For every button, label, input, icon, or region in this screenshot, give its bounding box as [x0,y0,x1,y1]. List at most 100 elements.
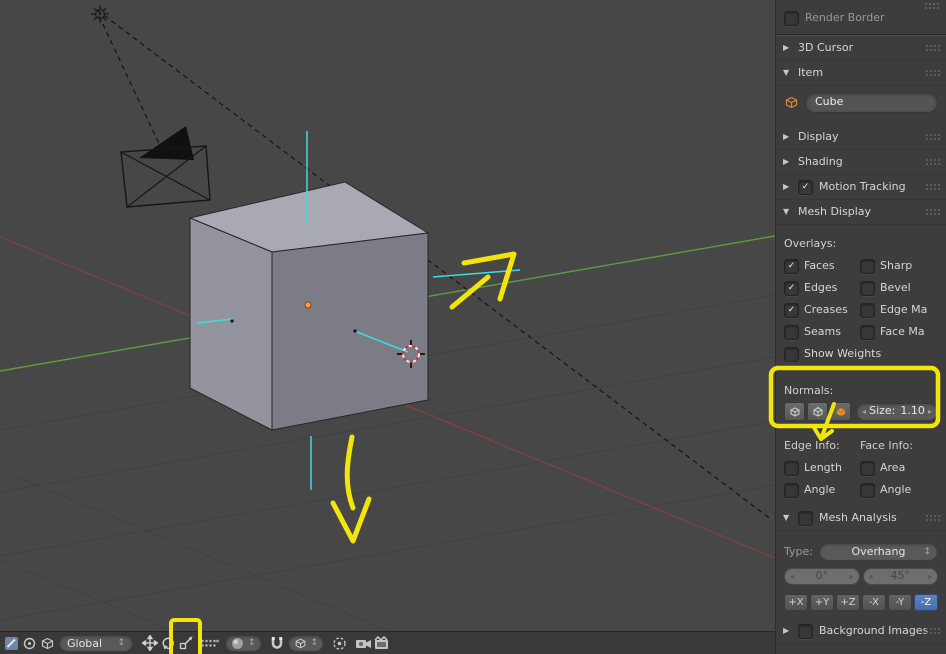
face-marks-toggle[interactable]: Face Ma [860,325,938,340]
faces-toggle[interactable]: ✓ Faces [784,259,860,274]
face-normals-button[interactable] [830,402,851,421]
label: Faces [804,259,835,273]
axis-plus-y-button[interactable]: +Y [810,594,834,611]
bevel-toggle[interactable]: Bevel [860,281,938,296]
panel-header-3d-cursor[interactable]: ▶ 3D Cursor [776,36,946,61]
panel-grip[interactable] [925,133,941,141]
panel-title: Shading [798,154,843,168]
edge-length-toggle[interactable]: Length [784,461,860,476]
mesh-analysis-checkbox[interactable] [798,510,813,526]
layers-widget[interactable] [199,634,219,652]
transform-orientation-dropdown[interactable]: Global ↕ [59,634,133,652]
opengl-render-button[interactable] [354,634,372,652]
pivot-point-button[interactable] [20,634,38,652]
background-images-checkbox[interactable] [798,623,813,639]
snap-element-dropdown[interactable]: ↕ [287,634,325,652]
motion-tracking-checkbox[interactable]: ✓ [798,179,813,195]
edge-angle-toggle[interactable]: Angle [784,483,860,498]
render-border-toggle[interactable]: Render Border [784,8,938,28]
min-angle-value: 0° [815,569,829,583]
render-border-label: Render Border [805,10,885,24]
normals-label: Normals: [784,384,834,397]
panel-header-item[interactable]: ▼ Item [776,61,946,86]
face-angle-toggle[interactable]: Angle [860,483,938,498]
overlays-label: Overlays: [784,237,837,250]
checkbox [784,347,799,362]
label: Edge Ma [880,303,928,317]
panel-grip[interactable] [924,2,940,10]
seams-toggle[interactable]: Seams [784,325,860,340]
sharp-toggle[interactable]: Sharp [860,259,938,274]
panel-grip[interactable] [925,627,941,635]
axis-minus-z-button[interactable]: -Z [914,594,938,611]
normals-size-stepper[interactable]: ◂ Size: 1.10 ▸ [856,402,938,421]
checkbox [860,461,875,476]
properties-sidebar: Render Border ▶ 3D Cursor ▼ Item Cube ▶ … [775,0,946,654]
panel-header-display[interactable]: ▶ Display [776,125,946,150]
panel-header-mesh-display[interactable]: ▼ Mesh Display [776,200,946,225]
creases-toggle[interactable]: ✓ Creases [784,303,860,318]
checkbox [860,303,875,318]
collapse-arrow-icon: ▶ [783,156,790,166]
label: Seams [804,325,841,339]
info-labels-row: Edge Info: Face Info: [784,439,938,453]
overlays-grid: ✓ Faces Sharp ✓ Edges Bevel ✓ Creases Ed… [784,259,938,362]
split-normals-button[interactable] [807,402,828,421]
3d-viewport[interactable]: Global ↕ ↕ ↕ [0,0,775,654]
empty-axes-gizmo[interactable] [91,5,109,23]
axis-minus-y-button[interactable]: -Y [888,594,912,611]
analysis-type-dropdown[interactable]: Overhang ↕ [818,543,938,561]
panel-grip[interactable] [925,183,941,191]
manipulator-translate-button[interactable] [141,634,159,652]
check-icon: ✓ [787,305,796,315]
edge-info-label: Edge Info: [784,439,840,452]
object-mode-button[interactable] [38,634,56,652]
check-icon: ✓ [787,261,796,271]
panel-grip[interactable] [925,514,941,522]
snap-target-button[interactable] [330,634,348,652]
label: Sharp [880,259,913,273]
opengl-render-anim-button[interactable] [372,634,390,652]
expand-arrow-icon: ▼ [783,67,790,77]
panel-title: Motion Tracking [819,179,906,193]
panel-grip[interactable] [925,158,941,166]
label: Angle [880,483,912,497]
vertex-normals-button[interactable] [784,402,805,421]
label: Edges [804,281,838,295]
edge-marks-toggle[interactable]: Edge Ma [860,303,938,318]
stepper-right-icon[interactable]: ▸ [928,407,932,416]
manipulator-scale-button[interactable] [177,634,195,652]
stepper-right-icon[interactable]: ▸ [849,572,853,581]
manipulator-rotate-button[interactable] [159,634,177,652]
normal-base-dot [230,319,234,323]
editor-type-button[interactable] [2,634,20,652]
panel-header-mesh-analysis[interactable]: ▼ Mesh Analysis [776,506,946,531]
draw-mode-dropdown[interactable]: ↕ [225,634,262,652]
panel-header-motion-tracking[interactable]: ▶ ✓ Motion Tracking [776,175,946,200]
max-angle-field[interactable]: ◂ 45° ▸ [862,568,938,585]
axis-plus-z-button[interactable]: +Z [836,594,860,611]
panel-header-shading[interactable]: ▶ Shading [776,150,946,175]
checkbox [860,325,875,340]
label: Angle [804,483,836,497]
viewport-canvas[interactable] [0,0,775,654]
panel-grip[interactable] [925,69,941,77]
face-area-toggle[interactable]: Area [860,461,938,476]
axis-minus-x-button[interactable]: -X [862,594,886,611]
axis-plus-x-button[interactable]: +X [784,594,808,611]
panel-header-background-images[interactable]: ▶ Background Images [776,619,946,644]
panel-grip[interactable] [925,208,941,216]
axis-buttons-row: +X +Y +Z -X -Y -Z [784,594,938,611]
normals-controls: ◂ Size: 1.10 ▸ [784,402,938,421]
analysis-range-row: ◂ 0° ▸ ◂ 45° ▸ [784,568,938,585]
normal-base-dot [353,329,357,333]
min-angle-field[interactable]: ◂ 0° ▸ [784,568,860,585]
object-name-field[interactable]: Cube [805,92,938,113]
edges-toggle[interactable]: ✓ Edges [784,281,860,296]
snap-magnet-button[interactable] [268,634,286,652]
camera-object[interactable] [120,126,211,208]
show-weights-toggle[interactable]: Show Weights [784,347,938,362]
panel-title: Display [798,129,839,143]
panel-grip[interactable] [925,44,941,52]
stepper-right-icon[interactable]: ▸ [928,572,932,581]
